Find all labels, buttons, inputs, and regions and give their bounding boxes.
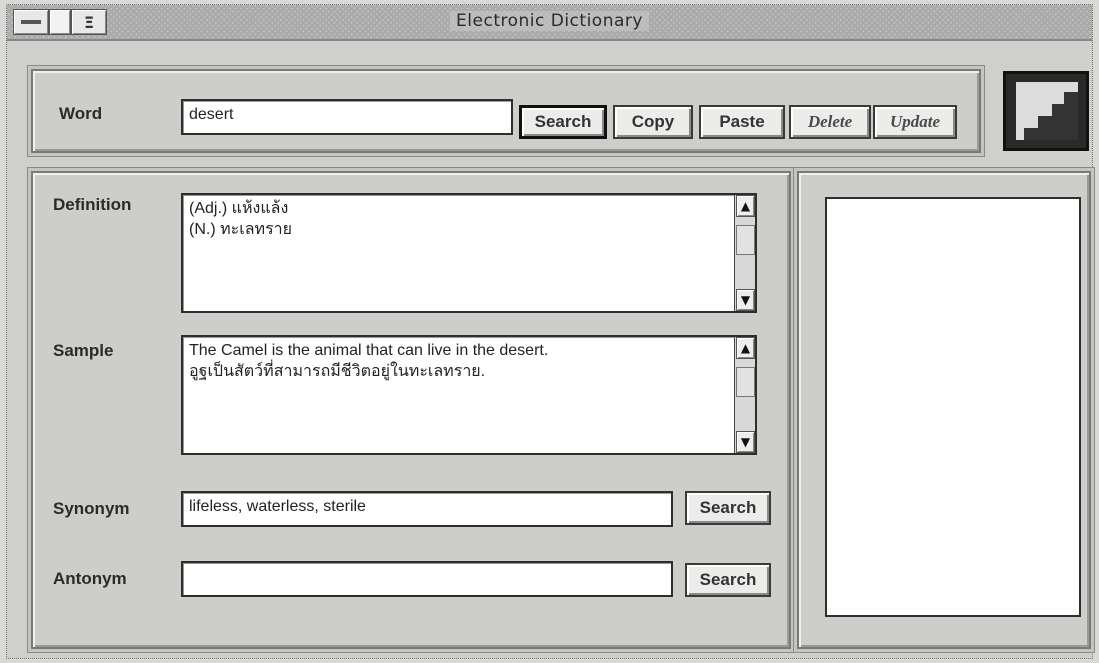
antonym-search-button[interactable]: Search: [685, 563, 771, 597]
word-label: Word: [59, 104, 103, 123]
definition-scrollbar[interactable]: ▲ ▼: [734, 195, 755, 311]
sample-label: Sample: [53, 341, 114, 360]
synonym-input[interactable]: lifeless, waterless, sterile: [181, 491, 673, 527]
word-input[interactable]: desert: [181, 99, 513, 135]
sample-textarea[interactable]: The Camel is the animal that can live in…: [181, 335, 757, 455]
delete-button[interactable]: Delete: [789, 105, 871, 139]
scroll-down-icon[interactable]: ▼: [736, 289, 755, 311]
scroll-up-icon[interactable]: ▲: [736, 337, 755, 359]
title-bar[interactable]: Ξ Electronic Dictionary: [7, 5, 1092, 41]
scroll-up-icon[interactable]: ▲: [736, 195, 755, 217]
dictionary-window: Ξ Electronic Dictionary Word desert Sear…: [6, 4, 1093, 659]
scroll-thumb[interactable]: [736, 367, 755, 397]
copy-button[interactable]: Copy: [613, 105, 693, 139]
paste-button[interactable]: Paste: [699, 105, 785, 139]
definition-textarea[interactable]: (Adj.) แห้งแล้ง (N.) ทะเลทราย: [181, 193, 757, 313]
scroll-down-icon[interactable]: ▼: [736, 431, 755, 453]
results-list[interactable]: [825, 197, 1081, 617]
synonym-search-button[interactable]: Search: [685, 491, 771, 525]
update-button[interactable]: Update: [873, 105, 957, 139]
sample-scrollbar[interactable]: ▲ ▼: [734, 337, 755, 453]
synonym-label: Synonym: [53, 499, 130, 518]
window-title: Electronic Dictionary: [7, 11, 1092, 31]
search-button[interactable]: Search: [519, 105, 607, 139]
antonym-label: Antonym: [53, 569, 127, 588]
antonym-input[interactable]: [181, 561, 673, 597]
scroll-thumb[interactable]: [736, 225, 755, 255]
app-logo-icon: [1003, 71, 1089, 151]
definition-label: Definition: [53, 195, 132, 214]
